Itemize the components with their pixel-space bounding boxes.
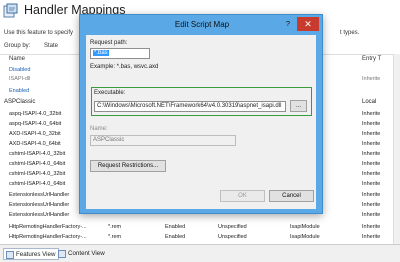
features-view-icon [6, 251, 14, 259]
column-header-name[interactable]: Name [9, 56, 25, 62]
column-header-entry-type[interactable]: Entry T [362, 56, 381, 62]
table-row[interactable]: HttpRemotingHandlerFactory-... *.rem Ena… [0, 233, 400, 241]
request-path-label: Request path: [90, 40, 128, 46]
executable-label: Executable: [94, 90, 126, 96]
selected-group-header[interactable]: ASPClassic [4, 99, 35, 105]
browse-button[interactable]: ... [290, 100, 307, 112]
request-restrictions-button[interactable]: Request Restrictions... [90, 160, 166, 172]
close-button[interactable]: ✕ [297, 17, 319, 31]
selected-group-entry: Local [362, 99, 377, 105]
cancel-button[interactable]: Cancel [269, 190, 314, 202]
ok-button[interactable]: OK [220, 190, 265, 202]
page-description: Use this feature to specify [4, 30, 74, 36]
tab-features-view[interactable]: Features View [3, 248, 60, 260]
tab-content-view[interactable]: Content View [56, 248, 105, 260]
content-view-icon [58, 250, 66, 258]
request-path-input[interactable]: *.bas [90, 48, 150, 59]
group-by-label: Group by: [4, 43, 31, 49]
name-label: Name: [90, 126, 108, 132]
view-tab-bar: Features View Content View [0, 244, 400, 262]
page-description-tail: t types. [340, 30, 360, 36]
group-by-select[interactable]: State [44, 43, 58, 49]
dialog-body: Request path: *.bas Example: *.bas, wsvc… [86, 35, 316, 209]
vertical-scrollbar[interactable] [393, 54, 400, 244]
help-button[interactable]: ? [281, 18, 295, 30]
edit-script-map-dialog: Edit Script Map ? ✕ Request path: *.bas … [79, 14, 323, 214]
table-row[interactable]: HttpRemotingHandlerFactory-... *.rem Ena… [0, 223, 400, 231]
executable-input[interactable]: C:\Windows\Microsoft.NET\Framework64\v4.… [94, 101, 286, 112]
request-path-example: Example: *.bas, wsvc.axd [90, 64, 159, 70]
handler-mappings-icon [3, 3, 18, 18]
name-input[interactable]: ASPClassic [90, 135, 236, 146]
